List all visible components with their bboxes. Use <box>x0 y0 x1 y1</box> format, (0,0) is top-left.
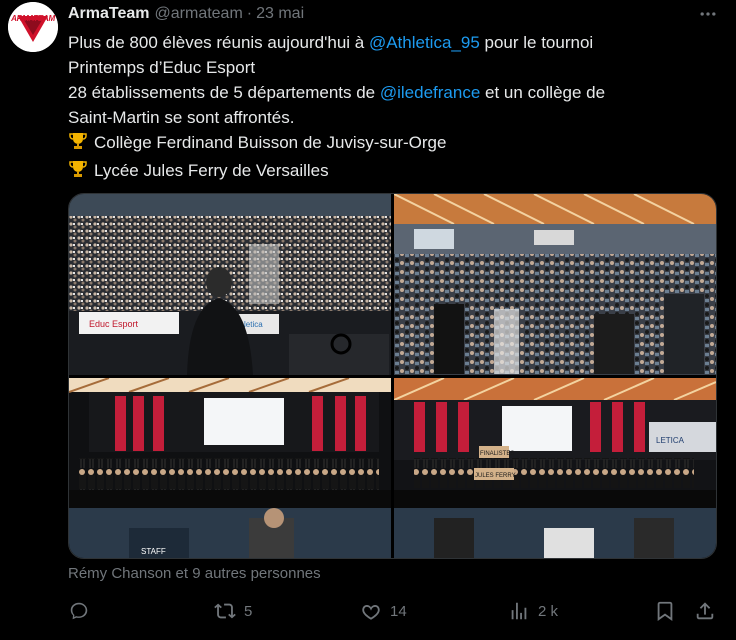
tweet-text-segment: Plus de 800 élèves réunis aujourd'hui à <box>68 33 369 52</box>
retweet-count: 5 <box>244 602 253 620</box>
winner-lycee: Lycée Jules Ferry de Versailles <box>94 161 329 180</box>
author-display-name[interactable]: ArmaTeam <box>68 5 150 23</box>
trophy-icon <box>68 131 90 158</box>
share-button[interactable] <box>694 598 716 624</box>
views-count: 2 k <box>538 602 559 620</box>
liked-by-summary[interactable]: Rémy Chanson et 9 autres personnes <box>68 565 321 582</box>
tweet-header: ArmaTeam @armateam · 23 mai <box>68 4 716 24</box>
tweet-text-segment: 28 établissements de 5 départements de <box>68 83 380 102</box>
tweet-text-segment: Saint-Martin se sont affrontés. <box>68 108 295 127</box>
share-icon <box>696 602 714 620</box>
author-handle[interactable]: @armateam <box>155 5 243 23</box>
bookmark-icon <box>657 601 673 621</box>
analytics-icon <box>511 602 527 620</box>
like-count: 14 <box>390 602 407 620</box>
views-button[interactable]: 2 k <box>508 598 558 624</box>
tweet-timestamp[interactable]: 23 mai <box>256 5 304 23</box>
sign-finalistes: FINALISTES <box>480 451 514 457</box>
sign-jules-ferry: JULES FERRY <box>475 473 516 479</box>
reply-button[interactable] <box>68 598 98 624</box>
more-options-icon[interactable] <box>696 2 720 26</box>
photo-stage-group[interactable]: STAFF <box>69 378 391 558</box>
reply-icon <box>70 602 88 620</box>
trophy-icon <box>68 159 90 186</box>
photo-stage-winners[interactable]: LETICA FINALISTES JULES FERRY <box>394 378 716 558</box>
tweet-action-bar: 5 14 2 k <box>68 598 716 624</box>
photo-gaming-floor-image <box>394 194 716 375</box>
staff-shirt-text: STAFF <box>141 547 166 556</box>
retweet-icon <box>214 603 236 619</box>
like-button[interactable]: 14 <box>360 598 407 624</box>
tweet-text: Plus de 800 élèves réunis aujourd'hui à … <box>68 30 708 186</box>
avatar-logo-text: ARMATEAM <box>11 14 55 23</box>
mention-athletica[interactable]: @Athletica_95 <box>369 33 480 52</box>
mention-iledefrance[interactable]: @iledefrance <box>380 83 480 102</box>
brand-letica: LETICA <box>656 436 685 445</box>
banner-educ-esport: Educ Esport <box>89 319 139 329</box>
separator-dot: · <box>246 5 253 22</box>
photo-stage-winners-image: LETICA FINALISTES JULES FERRY <box>394 378 716 558</box>
photo-gaming-floor[interactable] <box>394 194 716 375</box>
tweet-text-segment: et un collège de <box>480 83 606 102</box>
media-grid: Educ Esport Athletica STAFF LETICA FINAL… <box>68 193 717 559</box>
avatar[interactable]: ARMATEAM <box>8 2 58 52</box>
photo-stage-group-image: STAFF <box>69 378 391 558</box>
winner-college: Collège Ferdinand Buisson de Juvisy-sur-… <box>94 133 447 152</box>
bookmark-button[interactable] <box>654 598 676 624</box>
retweet-button[interactable]: 5 <box>214 598 252 624</box>
heart-icon <box>362 605 380 620</box>
tweet-text-segment: pour le tournoi <box>479 33 594 52</box>
tweet-text-segment: Printemps d’Educ Esport <box>68 58 256 77</box>
armateam-logo <box>8 2 58 52</box>
photo-crowd-stands[interactable]: Educ Esport Athletica <box>69 194 391 375</box>
photo-crowd-stands-image: Educ Esport Athletica <box>69 194 391 375</box>
